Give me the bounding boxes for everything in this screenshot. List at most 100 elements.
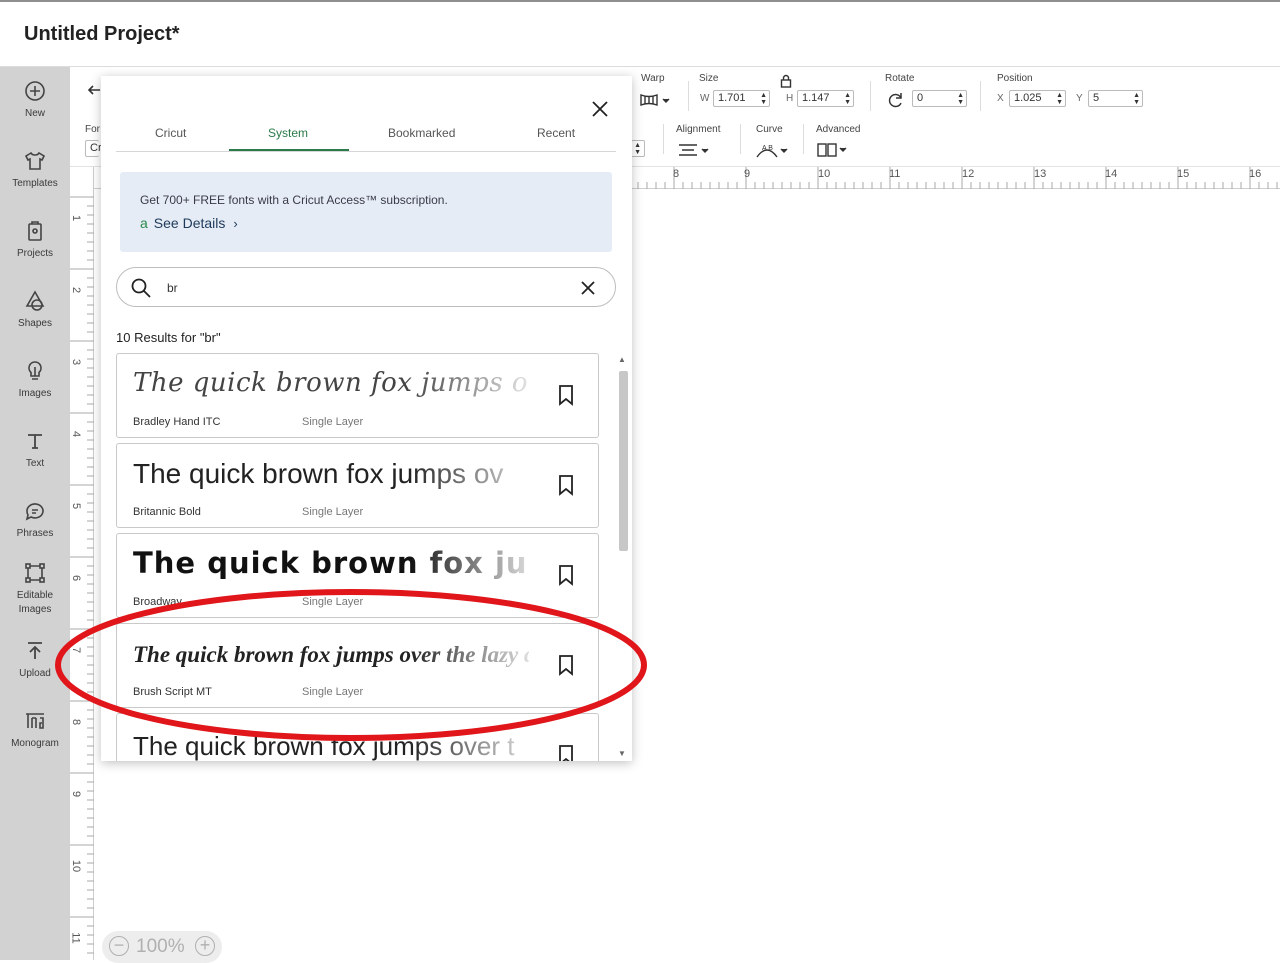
sidebar-item-label: Templates (12, 178, 58, 189)
zoom-control: − 100% + (102, 931, 222, 963)
clear-search-icon[interactable] (577, 277, 599, 299)
close-icon[interactable] (589, 98, 611, 120)
sidebar-item-label: Images (18, 388, 52, 399)
rotate-label: Rotate (885, 73, 915, 84)
font-size-stepper[interactable]: ▲ ▼ (631, 140, 645, 157)
font-results-list: The quick brown fox jumps over Bradley H… (116, 353, 599, 761)
cricut-access-promo: Get 700+ FREE fonts with a Cricut Access… (120, 172, 612, 252)
stepper-arrows-icon[interactable]: ▲ ▼ (760, 92, 767, 106)
cricut-access-icon: a (140, 215, 148, 231)
scroll-up-icon[interactable]: ▲ (618, 355, 626, 364)
tab-system[interactable]: System (268, 126, 308, 140)
zoom-level: 100% (136, 936, 185, 957)
bookmark-icon[interactable] (555, 383, 577, 407)
ruler-number: 13 (1034, 168, 1047, 180)
font-layer-type: Single Layer (302, 506, 364, 518)
stepper-arrows-icon[interactable]: ▲ ▼ (844, 92, 851, 106)
font-card-bradley-hand[interactable]: The quick brown fox jumps over Bradley H… (116, 353, 599, 438)
font-select[interactable]: Cr (85, 140, 102, 157)
shapes-icon (25, 290, 45, 311)
sidebar-item-projects[interactable]: Projects (0, 219, 70, 261)
stepper-arrows-icon[interactable]: ▲ ▼ (1133, 92, 1140, 106)
sidebar-item-new[interactable]: New (0, 79, 70, 121)
bookmark-icon[interactable] (555, 563, 577, 587)
see-details-label: See Details (153, 215, 226, 231)
x-label: X (997, 93, 1004, 104)
font-name: Broadway (133, 596, 182, 608)
sidebar-item-templates[interactable]: Templates (0, 149, 70, 191)
results-count: 10 Results for "br" (116, 330, 221, 345)
width-input[interactable]: 1.701 ▲ ▼ (713, 90, 770, 107)
stepper-arrows-icon[interactable]: ▲ ▼ (957, 92, 964, 106)
ruler-number: 16 (1249, 168, 1262, 180)
search-input[interactable] (167, 277, 567, 299)
tab-bookmarked[interactable]: Bookmarked (388, 126, 455, 140)
monogram-icon (26, 713, 44, 729)
font-search-field[interactable] (116, 267, 616, 307)
svg-text:A B: A B (762, 145, 773, 152)
size-label: Size (699, 73, 719, 84)
font-card-partial[interactable]: The quick brown fox jumps over t (116, 713, 599, 761)
align-center-icon[interactable] (677, 142, 709, 158)
sidebar-item-editable-images[interactable]: Editable Images (0, 561, 70, 617)
sidebar-item-label: Shapes (18, 318, 52, 329)
sidebar-item-upload[interactable]: Upload (0, 639, 70, 681)
ruler-number: 15 (1177, 168, 1190, 180)
advanced-label: Advanced (816, 124, 861, 135)
chevron-right-icon: › (233, 216, 238, 231)
upload-icon (28, 642, 42, 659)
bookmark-icon[interactable] (555, 653, 577, 677)
ruler-number: 12 (962, 168, 975, 180)
font-card-brush-script[interactable]: The quick brown fox jumps over the lazy … (116, 623, 599, 708)
rotate-input[interactable]: 0 ▲ ▼ (912, 90, 967, 107)
ruler-number: 14 (1105, 168, 1118, 180)
x-input[interactable]: 1.025 ▲ ▼ (1009, 90, 1066, 107)
font-source-tabs: Cricut System Bookmarked Recent (116, 122, 616, 152)
sidebar-item-monogram[interactable]: Monogram (0, 709, 70, 751)
see-details-link[interactable]: a See Details › (140, 215, 238, 231)
sidebar-item-label: Monogram (11, 738, 59, 749)
back-arrow-icon[interactable] (86, 82, 102, 98)
ruler-number: 6 (70, 574, 83, 582)
rotate-icon[interactable] (885, 90, 905, 110)
y-input[interactable]: 5 ▲ ▼ (1088, 90, 1143, 107)
font-card-broadway[interactable]: The quick brown fox jum Broadway Single … (116, 533, 599, 618)
sidebar-item-images[interactable]: Images (0, 359, 70, 401)
active-tab-indicator (229, 149, 349, 151)
zoom-out-icon[interactable]: − (109, 936, 129, 956)
y-label: Y (1076, 93, 1083, 104)
height-input[interactable]: 1.147 ▲ ▼ (797, 90, 854, 107)
font-name: Britannic Bold (133, 506, 201, 518)
sidebar-item-label: Text (25, 458, 45, 469)
tab-recent[interactable]: Recent (537, 126, 575, 140)
results-scrollbar[interactable]: ▲ ▼ (616, 355, 628, 761)
bookmark-icon[interactable] (555, 743, 577, 761)
font-name: Bradley Hand ITC (133, 416, 221, 428)
bookmark-icon[interactable] (555, 473, 577, 497)
ruler-number: 9 (744, 168, 751, 180)
sidebar-item-phrases[interactable]: Phrases (0, 499, 70, 541)
font-card-britannic-bold[interactable]: The quick brown fox jumps ov Britannic B… (116, 443, 599, 528)
curve-icon[interactable]: A B (755, 141, 789, 159)
sidebar-item-text[interactable]: Text (0, 429, 70, 471)
top-bar: Untitled Project* (0, 0, 1280, 67)
advanced-icon[interactable] (817, 142, 851, 158)
sidebar-item-label: New (24, 108, 45, 119)
warp-icon[interactable] (639, 92, 671, 108)
stepper-arrows-icon[interactable]: ▲ ▼ (1056, 92, 1063, 106)
sidebar-item-shapes[interactable]: Shapes (0, 289, 70, 331)
ruler-number: 7 (70, 646, 83, 654)
tab-cricut[interactable]: Cricut (155, 126, 186, 140)
project-title[interactable]: Untitled Project* (24, 23, 180, 46)
position-label: Position (997, 73, 1033, 84)
scroll-down-icon[interactable]: ▼ (618, 749, 626, 758)
lock-icon[interactable] (780, 74, 792, 88)
zoom-in-icon[interactable]: + (195, 936, 215, 956)
edit-nodes-icon (25, 563, 45, 583)
scrollbar-thumb[interactable] (619, 371, 628, 551)
ruler-number: 11 (889, 168, 901, 180)
stepper-arrows-icon[interactable]: ▲ ▼ (634, 142, 641, 156)
font-sample: The quick brown fox jumps ov (133, 458, 504, 489)
ruler-number: 8 (673, 168, 680, 180)
width-label: W (700, 93, 710, 104)
